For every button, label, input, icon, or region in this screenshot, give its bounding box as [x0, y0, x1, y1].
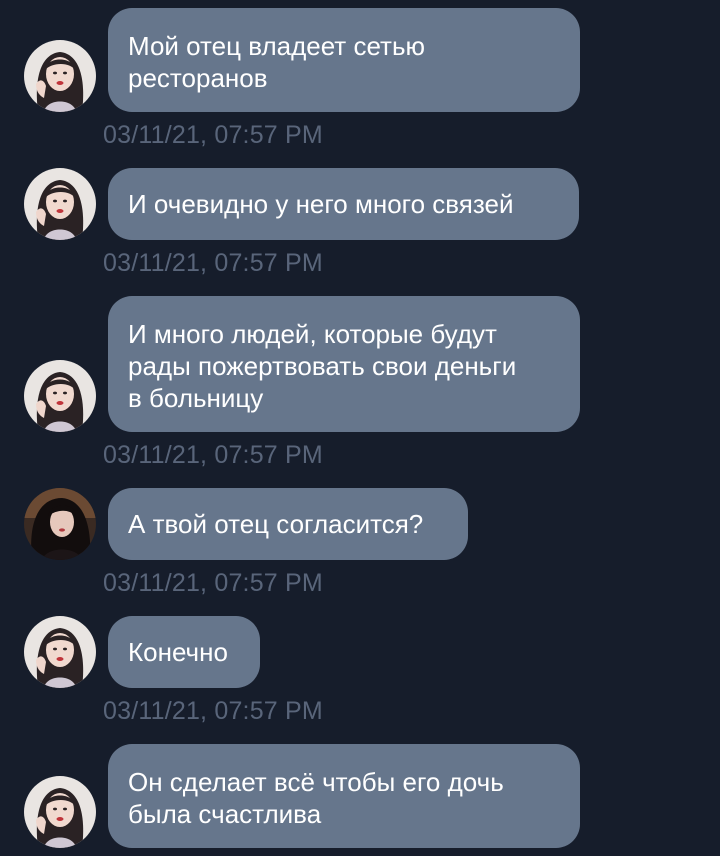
message-timestamp: 03/11/21, 07:57 PM — [103, 697, 323, 725]
message-bubble[interactable]: И много людей, которые будут рады пожерт… — [108, 296, 580, 432]
message-timestamp: 03/11/21, 07:57 PM — [103, 121, 323, 149]
user-avatar-icon[interactable] — [24, 168, 96, 240]
contact-avatar-icon[interactable] — [24, 488, 96, 560]
message-bubble[interactable]: Конечно — [108, 616, 260, 688]
message-bubble[interactable]: А твой отец согласится? — [108, 488, 468, 560]
user-avatar-icon[interactable] — [24, 776, 96, 848]
message-bubble[interactable]: И очевидно у него много связей — [108, 168, 579, 240]
message-timestamp: 03/11/21, 07:57 PM — [103, 249, 323, 277]
message-bubble[interactable]: Мой отец владеет сетью ресторанов — [108, 8, 580, 112]
user-avatar-icon[interactable] — [24, 40, 96, 112]
message-timestamp: 03/11/21, 07:57 PM — [103, 569, 323, 597]
message-timestamp: 03/11/21, 07:57 PM — [103, 441, 323, 469]
message-bubble[interactable]: Он сделает всё чтобы его дочь была счаст… — [108, 744, 580, 848]
user-avatar-icon[interactable] — [24, 360, 96, 432]
user-avatar-icon[interactable] — [24, 616, 96, 688]
